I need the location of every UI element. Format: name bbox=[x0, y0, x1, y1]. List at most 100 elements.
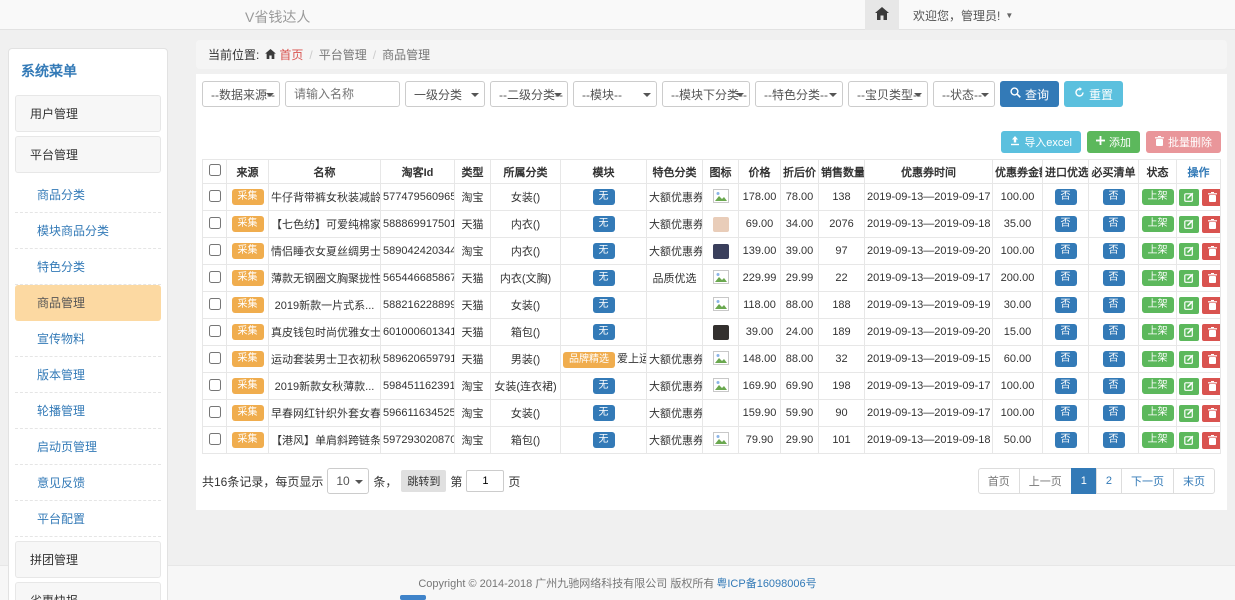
edit-button[interactable] bbox=[1179, 405, 1199, 422]
edit-button[interactable] bbox=[1179, 351, 1199, 368]
source-badge[interactable]: 采集 bbox=[232, 189, 264, 205]
imported-toggle-badge[interactable]: 否 bbox=[1055, 378, 1077, 394]
status-badge[interactable]: 上架 bbox=[1142, 432, 1174, 448]
filter-select[interactable]: --二级分类-- bbox=[490, 81, 568, 107]
page-button[interactable]: 下一页 bbox=[1121, 468, 1174, 494]
delete-button[interactable] bbox=[1202, 189, 1221, 206]
delete-button[interactable] bbox=[1202, 378, 1221, 395]
row-checkbox[interactable] bbox=[209, 217, 221, 229]
sidebar-item[interactable]: 版本管理 bbox=[15, 357, 161, 393]
filter-select[interactable]: 一级分类 bbox=[405, 81, 485, 107]
imported-toggle-badge[interactable]: 否 bbox=[1055, 324, 1077, 340]
sidebar-item[interactable]: 平台配置 bbox=[15, 501, 161, 537]
edit-button[interactable] bbox=[1179, 324, 1199, 341]
row-checkbox[interactable] bbox=[209, 406, 221, 418]
icp-link[interactable]: 粤ICP备16098006号 bbox=[716, 575, 816, 591]
must-buy-toggle-badge[interactable]: 否 bbox=[1103, 216, 1125, 232]
source-badge[interactable]: 采集 bbox=[232, 270, 264, 286]
filter-select[interactable]: --模块下分类-- bbox=[662, 81, 750, 107]
jump-page-input[interactable] bbox=[466, 470, 504, 492]
sidebar-item[interactable]: 模块商品分类 bbox=[15, 213, 161, 249]
sidebar-item[interactable]: 意见反馈 bbox=[15, 465, 161, 501]
status-badge[interactable]: 上架 bbox=[1142, 297, 1174, 313]
page-button[interactable]: 末页 bbox=[1173, 468, 1215, 494]
horizontal-scrollbar-thumb[interactable] bbox=[400, 595, 426, 600]
select-all-checkbox[interactable] bbox=[209, 164, 221, 176]
sidebar-item[interactable]: 启动页管理 bbox=[15, 429, 161, 465]
breadcrumb-item[interactable]: 商品管理 bbox=[382, 46, 430, 63]
edit-button[interactable] bbox=[1179, 243, 1199, 260]
row-checkbox[interactable] bbox=[209, 190, 221, 202]
status-badge[interactable]: 上架 bbox=[1142, 405, 1174, 421]
must-buy-toggle-badge[interactable]: 否 bbox=[1103, 297, 1125, 313]
imported-toggle-badge[interactable]: 否 bbox=[1055, 189, 1077, 205]
status-badge[interactable]: 上架 bbox=[1142, 270, 1174, 286]
row-checkbox[interactable] bbox=[209, 379, 221, 391]
row-checkbox[interactable] bbox=[209, 298, 221, 310]
must-buy-toggle-badge[interactable]: 否 bbox=[1103, 324, 1125, 340]
edit-button[interactable] bbox=[1179, 297, 1199, 314]
source-badge[interactable]: 采集 bbox=[232, 243, 264, 259]
filter-select[interactable]: --特色分类-- bbox=[755, 81, 843, 107]
status-badge[interactable]: 上架 bbox=[1142, 216, 1174, 232]
name-search-input[interactable] bbox=[285, 81, 400, 107]
edit-button[interactable] bbox=[1179, 189, 1199, 206]
delete-button[interactable] bbox=[1202, 432, 1221, 449]
filter-select[interactable]: --数据来源-- bbox=[202, 81, 280, 107]
source-badge[interactable]: 采集 bbox=[232, 297, 264, 313]
sidebar-item[interactable]: 轮播管理 bbox=[15, 393, 161, 429]
source-badge[interactable]: 采集 bbox=[232, 351, 264, 367]
module-badge[interactable]: 无 bbox=[593, 378, 615, 394]
imported-toggle-badge[interactable]: 否 bbox=[1055, 216, 1077, 232]
module-badge[interactable]: 无 bbox=[593, 216, 615, 232]
must-buy-toggle-badge[interactable]: 否 bbox=[1103, 243, 1125, 259]
filter-select[interactable]: --宝贝类型-- bbox=[848, 81, 928, 107]
source-badge[interactable]: 采集 bbox=[232, 432, 264, 448]
add-button[interactable]: 添加 bbox=[1087, 131, 1140, 153]
module-badge[interactable]: 无 bbox=[593, 189, 615, 205]
imported-toggle-badge[interactable]: 否 bbox=[1055, 432, 1077, 448]
breadcrumb-item[interactable]: 平台管理 bbox=[319, 46, 367, 63]
page-button[interactable]: 2 bbox=[1096, 468, 1122, 494]
per-page-select[interactable]: 10 bbox=[327, 468, 369, 494]
delete-button[interactable] bbox=[1202, 324, 1221, 341]
filter-select[interactable]: --状态-- bbox=[933, 81, 995, 107]
must-buy-toggle-badge[interactable]: 否 bbox=[1103, 189, 1125, 205]
source-badge[interactable]: 采集 bbox=[232, 405, 264, 421]
import-excel-button[interactable]: 导入excel bbox=[1001, 131, 1081, 153]
module-badge[interactable]: 品牌精选 bbox=[563, 352, 615, 368]
status-badge[interactable]: 上架 bbox=[1142, 243, 1174, 259]
imported-toggle-badge[interactable]: 否 bbox=[1055, 270, 1077, 286]
status-badge[interactable]: 上架 bbox=[1142, 189, 1174, 205]
sidebar-item[interactable]: 商品管理 bbox=[15, 285, 161, 321]
must-buy-toggle-badge[interactable]: 否 bbox=[1103, 432, 1125, 448]
delete-button[interactable] bbox=[1202, 216, 1221, 233]
page-button[interactable]: 1 bbox=[1071, 468, 1097, 494]
page-button[interactable]: 首页 bbox=[978, 468, 1020, 494]
delete-button[interactable] bbox=[1202, 297, 1221, 314]
status-badge[interactable]: 上架 bbox=[1142, 324, 1174, 340]
edit-button[interactable] bbox=[1179, 270, 1199, 287]
sidebar-group[interactable]: 平台管理 bbox=[15, 136, 161, 173]
jump-button[interactable]: 跳转到 bbox=[401, 470, 446, 492]
delete-button[interactable] bbox=[1202, 351, 1221, 368]
batch-delete-button[interactable]: 批量删除 bbox=[1146, 131, 1221, 153]
module-badge[interactable]: 无 bbox=[593, 324, 615, 340]
sidebar-item[interactable]: 特色分类 bbox=[15, 249, 161, 285]
source-badge[interactable]: 采集 bbox=[232, 324, 264, 340]
must-buy-toggle-badge[interactable]: 否 bbox=[1103, 405, 1125, 421]
must-buy-toggle-badge[interactable]: 否 bbox=[1103, 270, 1125, 286]
query-button[interactable]: 查询 bbox=[1000, 81, 1059, 107]
sidebar-item[interactable]: 宣传物料 bbox=[15, 321, 161, 357]
row-checkbox[interactable] bbox=[209, 325, 221, 337]
row-checkbox[interactable] bbox=[209, 244, 221, 256]
user-menu[interactable]: 欢迎您，管理员! ▼ bbox=[913, 7, 1013, 24]
delete-button[interactable] bbox=[1202, 243, 1221, 260]
reset-button[interactable]: 重置 bbox=[1064, 81, 1123, 107]
sidebar-group[interactable]: 省惠快报 bbox=[15, 582, 161, 600]
row-checkbox[interactable] bbox=[209, 271, 221, 283]
sidebar-group[interactable]: 拼团管理 bbox=[15, 541, 161, 578]
module-badge[interactable]: 无 bbox=[593, 432, 615, 448]
imported-toggle-badge[interactable]: 否 bbox=[1055, 405, 1077, 421]
breadcrumb-home-link[interactable]: 首页 bbox=[265, 46, 303, 63]
